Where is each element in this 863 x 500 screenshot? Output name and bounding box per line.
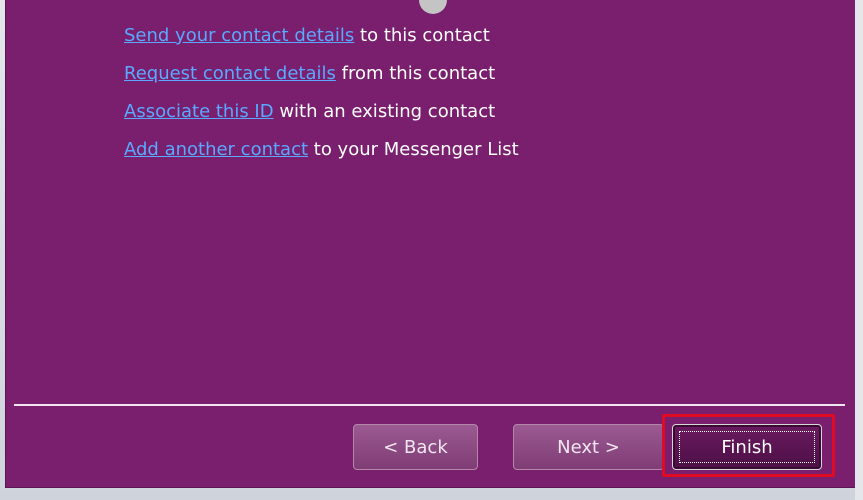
link-list: Send your contact details to this contac… [124, 22, 519, 174]
link-row-associate-id: Associate this ID with an existing conta… [124, 98, 519, 136]
link-row-send-details: Send your contact details to this contac… [124, 22, 519, 60]
link-row-text: to this contact [354, 25, 490, 46]
window-edge [855, 0, 863, 500]
decorative-circle-icon [419, 0, 447, 14]
footer-divider [14, 404, 845, 406]
add-another-contact-link[interactable]: Add another contact [124, 139, 308, 160]
finish-button[interactable]: Finish [672, 424, 822, 470]
next-button[interactable]: Next > [513, 424, 664, 470]
link-row-text: with an existing contact [273, 101, 496, 122]
screen: Send your contact details to this contac… [0, 0, 863, 500]
link-row-add-contact: Add another contact to your Messenger Li… [124, 136, 519, 174]
link-row-request-details: Request contact details from this contac… [124, 60, 519, 98]
back-button[interactable]: < Back [353, 424, 478, 470]
link-row-text: from this contact [335, 63, 496, 84]
link-row-text: to your Messenger List [308, 139, 519, 160]
send-contact-details-link[interactable]: Send your contact details [124, 25, 354, 46]
wizard-window: Send your contact details to this contac… [6, 0, 855, 487]
associate-id-link[interactable]: Associate this ID [124, 101, 274, 122]
request-contact-details-link[interactable]: Request contact details [124, 63, 336, 84]
